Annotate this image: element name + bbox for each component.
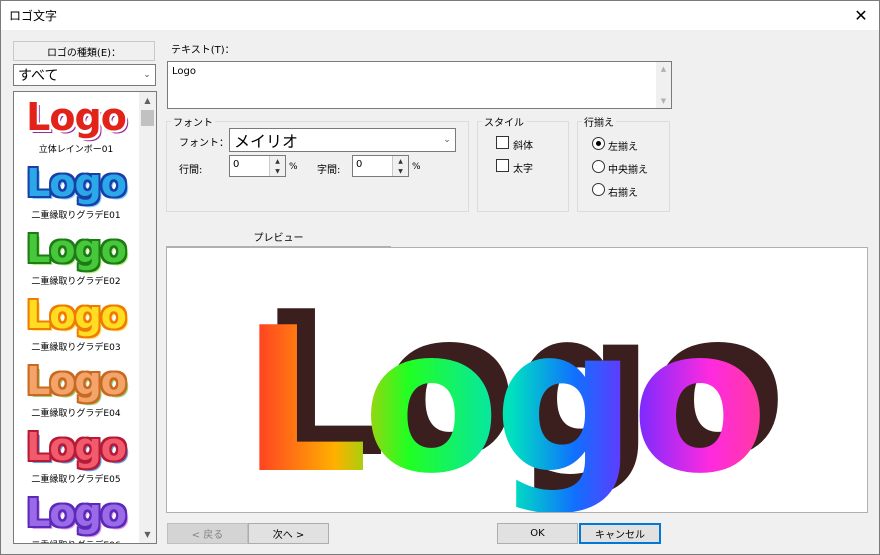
char-spacing-buttons: ▲ ▼ <box>392 156 408 176</box>
style-group: スタイル 斜体 太字 <box>477 114 569 212</box>
category-select-value: すべて <box>18 68 59 84</box>
increment-icon[interactable]: ▲ <box>393 156 408 166</box>
scroll-up-icon[interactable]: ▲ <box>139 92 156 109</box>
logo-style-caption: 二重縁取りグラデE05 <box>31 475 121 485</box>
title-bar: ロゴ文字 ✕ <box>1 1 879 30</box>
logo-preview-thumbnail: Logo <box>26 161 127 205</box>
tab-preview[interactable]: プレビュー <box>166 227 391 247</box>
scroll-up-icon: ▲ <box>660 65 667 73</box>
line-spacing-value: 0 <box>233 159 240 170</box>
scroll-thumb[interactable] <box>141 110 154 126</box>
line-spacing-spinner[interactable]: 0 ▲ ▼ <box>229 155 286 177</box>
preview-logo-text: Logo <box>241 285 762 512</box>
category-select[interactable]: すべて ⌄ <box>13 64 156 86</box>
logo-text-input[interactable]: Logo ▲ ▼ <box>167 61 672 109</box>
logo-kind-label: ロゴの種類(E)： <box>13 41 155 61</box>
preview-canvas: Logo Logo <box>166 247 868 513</box>
scroll-down-icon[interactable]: ▼ <box>139 526 156 543</box>
logo-style-caption: 二重縁取りグラデE06 <box>14 538 138 543</box>
radio-selected-dot <box>596 141 601 146</box>
ok-button[interactable]: OK <box>497 523 578 544</box>
align-right-radio[interactable] <box>592 183 605 196</box>
text-label: テキスト(T)： <box>171 45 235 56</box>
logo-text-value: Logo <box>172 66 196 77</box>
align-left-radio[interactable] <box>592 137 605 150</box>
bold-checkbox[interactable] <box>496 159 509 172</box>
logo-preview-thumbnail: Logo <box>26 491 127 535</box>
align-center-radio[interactable] <box>592 160 605 173</box>
italic-label: 斜体 <box>513 141 533 152</box>
list-scrollbar[interactable]: ▲ ▼ <box>139 92 156 543</box>
logo-style-item[interactable]: Logo 二重縁取りグラデE04 <box>14 358 138 424</box>
logo-style-caption: 二重縁取りグラデE02 <box>31 277 121 287</box>
align-center-label: 中央揃え <box>608 165 648 176</box>
align-group-title: 行揃え <box>582 114 616 129</box>
next-button[interactable]: 次へ > <box>248 523 329 544</box>
logo-style-item[interactable]: Logo 二重縁取りグラデE05 <box>14 424 138 490</box>
logo-style-item[interactable]: Logo 二重縁取りグラデE01 <box>14 160 138 226</box>
logo-style-item[interactable]: Logo 立体レインボー01 <box>14 94 138 160</box>
font-select-value: メイリオ <box>234 132 299 151</box>
logo-style-caption: 二重縁取りグラデE01 <box>31 211 121 221</box>
logo-style-item[interactable]: Logo 二重縁取りグラデE02 <box>14 226 138 292</box>
font-group: フォント フォント： メイリオ ⌄ 行間: 0 ▲ ▼ % 字間: 0 ▲ ▼ … <box>166 114 469 212</box>
font-select[interactable]: メイリオ ⌄ <box>229 128 456 152</box>
scroll-down-icon: ▼ <box>660 97 667 105</box>
bold-label: 太字 <box>513 164 533 175</box>
decrement-icon[interactable]: ▼ <box>393 166 408 176</box>
font-group-title: フォント <box>171 114 215 129</box>
increment-icon[interactable]: ▲ <box>270 156 285 166</box>
italic-checkbox[interactable] <box>496 136 509 149</box>
logo-style-caption: 立体レインボー01 <box>38 145 114 155</box>
line-spacing-buttons: ▲ ▼ <box>269 156 285 176</box>
logo-preview-thumbnail: Logo <box>26 95 127 139</box>
align-right-label: 右揃え <box>608 188 638 199</box>
line-spacing-unit: % <box>289 162 298 172</box>
close-icon[interactable]: ✕ <box>843 1 879 30</box>
logo-preview-thumbnail: Logo <box>26 425 127 469</box>
decrement-icon[interactable]: ▼ <box>270 166 285 176</box>
text-scrollbar[interactable]: ▲ ▼ <box>656 62 671 108</box>
char-spacing-unit: % <box>412 162 421 172</box>
font-label: フォント： <box>179 138 229 149</box>
char-spacing-label: 字間: <box>317 165 341 176</box>
align-group: 行揃え 左揃え 中央揃え 右揃え <box>577 114 670 212</box>
chevron-down-icon: ⌄ <box>143 70 151 80</box>
line-spacing-label: 行間: <box>179 165 203 176</box>
dialog-title: ロゴ文字 <box>9 9 58 23</box>
logo-text-dialog: ロゴ文字 ✕ ロゴの種類(E)： すべて ⌄ Logo 立体レインボー01 Logo… <box>0 0 880 555</box>
logo-style-caption: 二重縁取りグラデE04 <box>31 409 121 419</box>
char-spacing-value: 0 <box>356 159 363 170</box>
logo-style-caption: 二重縁取りグラデE03 <box>31 343 121 353</box>
logo-preview-thumbnail: Logo <box>26 227 127 271</box>
cancel-button[interactable]: キャンセル <box>579 523 661 544</box>
logo-style-list[interactable]: Logo 立体レインボー01 Logo 二重縁取りグラデE01 Logo 二重縁取りグラデ… <box>13 91 157 544</box>
align-left-label: 左揃え <box>608 142 638 153</box>
back-button[interactable]: < 戻る <box>167 523 248 544</box>
char-spacing-spinner[interactable]: 0 ▲ ▼ <box>352 155 409 177</box>
logo-preview-thumbnail: Logo <box>26 293 127 337</box>
style-group-title: スタイル <box>482 114 526 129</box>
logo-preview-thumbnail: Logo <box>26 359 127 403</box>
chevron-down-icon: ⌄ <box>443 135 451 145</box>
logo-style-item[interactable]: Logo 二重縁取りグラデE03 <box>14 292 138 358</box>
preview-logo-art: Logo Logo <box>241 269 786 512</box>
logo-style-item[interactable]: Logo 二重縁取りグラデE06 <box>14 490 138 543</box>
